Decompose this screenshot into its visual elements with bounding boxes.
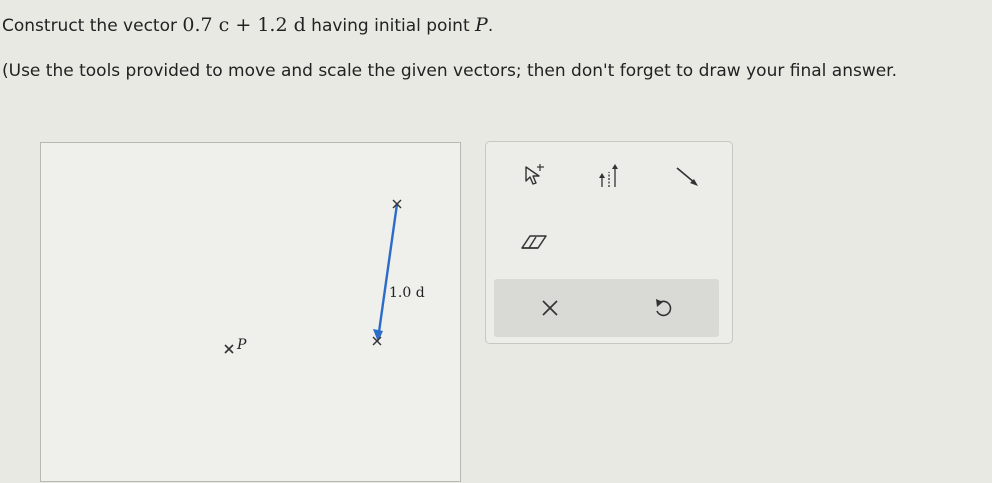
vector-d-shaft[interactable] <box>376 203 399 340</box>
eraser-tool[interactable] <box>512 222 556 262</box>
graph-canvas[interactable]: P 1.0 d <box>40 142 461 482</box>
point-p-marker[interactable] <box>224 344 234 354</box>
scale-tool[interactable] <box>586 156 630 196</box>
scale-tool-icon <box>599 164 618 187</box>
prompt-point: P <box>475 14 488 36</box>
question-prompt: Construct the vector 0.7 c + 1.2 d havin… <box>2 14 493 36</box>
draw-vector-icon <box>676 167 698 186</box>
clear-icon <box>542 300 558 316</box>
instructions-text: (Use the tools provided to move and scal… <box>2 61 898 81</box>
prompt-period: . <box>487 16 494 36</box>
point-p-label: P <box>236 337 247 353</box>
clear-button[interactable] <box>528 288 572 328</box>
vector-d-symbol: d <box>293 14 306 36</box>
point-symbol: P <box>475 14 488 36</box>
move-tool[interactable] <box>512 156 556 196</box>
tool-panel <box>485 141 733 344</box>
draw-vector-tool[interactable] <box>666 156 710 196</box>
move-tool-icon <box>525 164 544 185</box>
prompt-vector-expression: 0.7 c + 1.2 d <box>182 14 305 36</box>
vector-d-label: 1.0 d <box>389 285 425 301</box>
undo-button[interactable] <box>641 288 685 328</box>
prompt-text-before: Construct the vector <box>2 16 183 36</box>
coef-c: 0.7 <box>182 14 213 36</box>
eraser-icon <box>521 235 547 249</box>
vector-d[interactable] <box>372 199 402 346</box>
plus-sign: + <box>235 14 252 36</box>
action-bar <box>494 279 719 337</box>
canvas-drawing[interactable]: P 1.0 d <box>41 143 462 483</box>
undo-icon <box>656 299 672 317</box>
vector-c-symbol: c <box>218 14 230 36</box>
coef-d: 1.2 <box>257 14 288 36</box>
prompt-text-after: having initial point <box>305 16 476 36</box>
